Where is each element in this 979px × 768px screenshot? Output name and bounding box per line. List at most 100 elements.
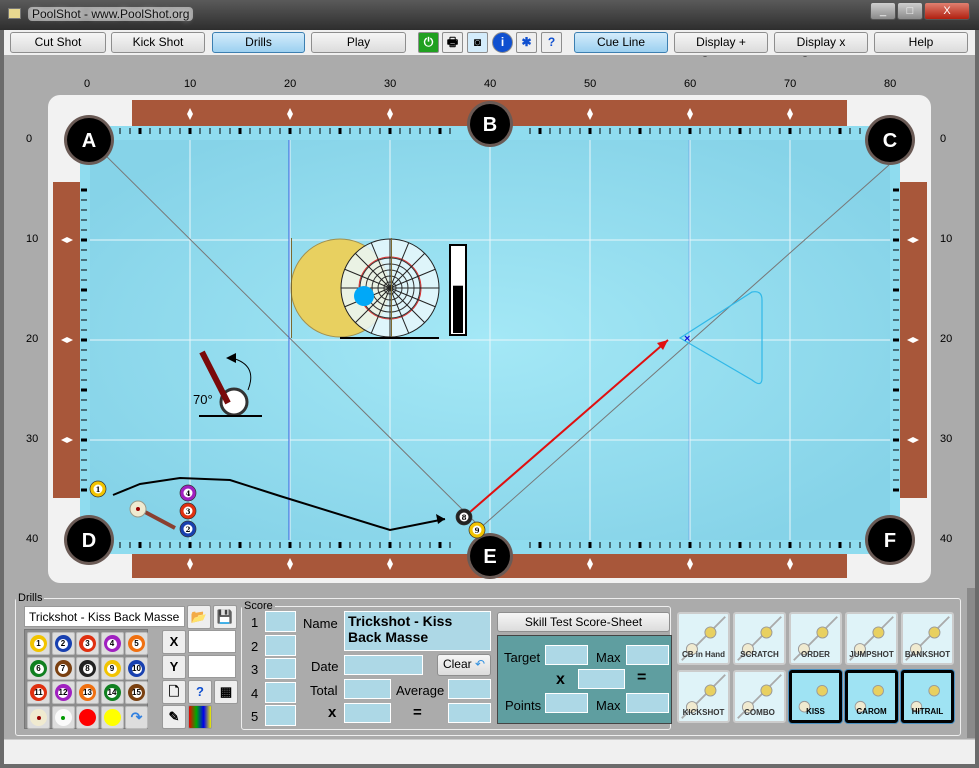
color-palette-icon[interactable]	[188, 705, 212, 729]
x-input[interactable]	[188, 630, 236, 653]
category-jumpshot[interactable]: JUMPSHOT	[845, 612, 898, 665]
yellow-ball-button[interactable]	[100, 705, 124, 729]
score-row-input[interactable]	[265, 634, 296, 656]
x-button[interactable]: X	[162, 630, 186, 654]
palette-ball-10[interactable]: 10	[125, 656, 148, 680]
category-bankshot[interactable]: BANKSHOT	[901, 612, 954, 665]
palette-ball-13[interactable]: 13	[76, 681, 99, 704]
ruler-tick	[338, 128, 342, 134]
new-document-icon[interactable]: 🗋	[162, 680, 186, 704]
ruler-tick	[81, 209, 87, 211]
palette-ball-1[interactable]: 1	[27, 632, 50, 655]
edit-notes-icon[interactable]: ✎	[162, 705, 186, 729]
y-ruler-tick: 10	[26, 233, 39, 245]
redo-icon: ↷	[128, 708, 145, 726]
pocket-label: D	[82, 530, 96, 552]
ruler-tick	[81, 429, 87, 431]
score-row-input[interactable]	[265, 705, 296, 726]
ruler-tick	[529, 128, 531, 134]
ruler-tick	[699, 542, 701, 548]
help-document-icon[interactable]: ?	[188, 680, 212, 704]
palette-ball-14[interactable]: 14	[100, 681, 124, 704]
save-icon[interactable]: 💾	[213, 605, 237, 629]
palette-ball-11[interactable]: 11	[27, 681, 50, 704]
ruler-tick	[588, 128, 592, 134]
ruler-tick	[559, 542, 561, 548]
category-kiss[interactable]: KISS	[789, 670, 842, 723]
ruler-tick	[619, 542, 621, 548]
category-carom[interactable]: CAROM	[845, 670, 898, 723]
ruler-tick	[729, 542, 731, 548]
target-input[interactable]	[545, 645, 588, 665]
redo-button[interactable]: ↷	[125, 705, 148, 729]
table-list-icon[interactable]: ▦	[214, 680, 238, 704]
total-input[interactable]	[344, 679, 391, 699]
category-combo[interactable]: COMBO	[733, 670, 786, 723]
palette-ball-4[interactable]: 4	[100, 632, 124, 655]
score-row-input[interactable]	[265, 681, 296, 703]
palette-ball-7[interactable]: 7	[51, 656, 75, 680]
ruler-tick	[138, 542, 142, 548]
y-button[interactable]: Y	[162, 655, 186, 679]
palette-ball-6[interactable]: 6	[27, 656, 50, 680]
category-label: KICKSHOT	[682, 708, 725, 717]
points-max-input[interactable]	[626, 693, 669, 713]
y-input[interactable]	[188, 655, 236, 678]
average-input[interactable]	[448, 679, 491, 699]
ruler-tick	[609, 542, 611, 548]
clear-button[interactable]: Clear ↶	[437, 654, 491, 676]
ghost-ball-button[interactable]	[51, 705, 75, 729]
category-order[interactable]: ORDER	[789, 612, 842, 665]
ruler-tick	[759, 128, 761, 134]
red-ball-button[interactable]	[76, 705, 99, 729]
ruler-tick	[679, 128, 681, 134]
ball-icon: 11	[30, 684, 47, 701]
date-input[interactable]	[344, 655, 423, 675]
result-input[interactable]	[448, 703, 491, 723]
palette-ball-15[interactable]: 15	[125, 681, 148, 704]
category-hitrail[interactable]: HITRAIL	[901, 670, 954, 723]
ruler-tick	[738, 542, 742, 548]
y-ruler-tick: 40	[940, 533, 953, 545]
ruler-tick	[893, 219, 899, 221]
max-label: Max	[596, 698, 621, 713]
ball-icon: 2	[54, 635, 72, 652]
skill-multiplier-input[interactable]	[578, 669, 625, 689]
cue-ball-button[interactable]	[27, 705, 50, 729]
ruler-tick	[809, 128, 811, 134]
ruler-tick	[659, 128, 661, 134]
points-input[interactable]	[545, 693, 588, 713]
y-ruler-tick: 0	[940, 133, 947, 145]
palette-ball-12[interactable]: 12	[51, 681, 75, 704]
ball-palette: 1 2 3 4 5 6 7 8 9 10 11 12 13 14 15 ↷	[24, 629, 148, 729]
ball-number: 2	[186, 525, 191, 534]
target-max-input[interactable]	[626, 645, 669, 665]
palette-ball-9[interactable]: 9	[100, 656, 124, 680]
name-value[interactable]: Trickshot - Kiss Back Masse	[344, 611, 491, 651]
ruler-tick	[81, 349, 87, 351]
skill-test-button[interactable]: Skill Test Score-Sheet	[497, 612, 670, 632]
ruler-tick	[81, 388, 87, 392]
drill-name-input[interactable]: Trickshot - Kiss Back Masse	[24, 606, 185, 627]
score-row-input[interactable]	[265, 611, 296, 632]
category-cb-in-hand[interactable]: CB in Hand	[677, 612, 730, 665]
ruler-tick	[159, 542, 161, 548]
ruler-tick	[669, 128, 671, 134]
ruler-tick	[819, 128, 821, 134]
equals-sign: =	[637, 669, 647, 686]
palette-ball-2[interactable]: 2	[51, 632, 75, 655]
open-folder-icon[interactable]: 📂	[187, 605, 211, 629]
palette-ball-3[interactable]: 3	[76, 632, 99, 655]
ruler-tick	[638, 128, 642, 134]
category-kickshot[interactable]: KICKSHOT	[677, 670, 730, 723]
ruler-tick	[81, 438, 87, 442]
ruler-tick	[269, 542, 271, 548]
cue-tip-position[interactable]	[354, 286, 374, 306]
multiplier-input[interactable]	[344, 703, 391, 723]
palette-ball-8[interactable]: 8	[76, 656, 99, 680]
ruler-tick	[549, 128, 551, 134]
ball-number: 4	[107, 639, 117, 649]
category-scratch[interactable]: SCRATCH	[733, 612, 786, 665]
palette-ball-5[interactable]: 5	[125, 632, 148, 655]
score-row-input[interactable]	[265, 658, 296, 679]
